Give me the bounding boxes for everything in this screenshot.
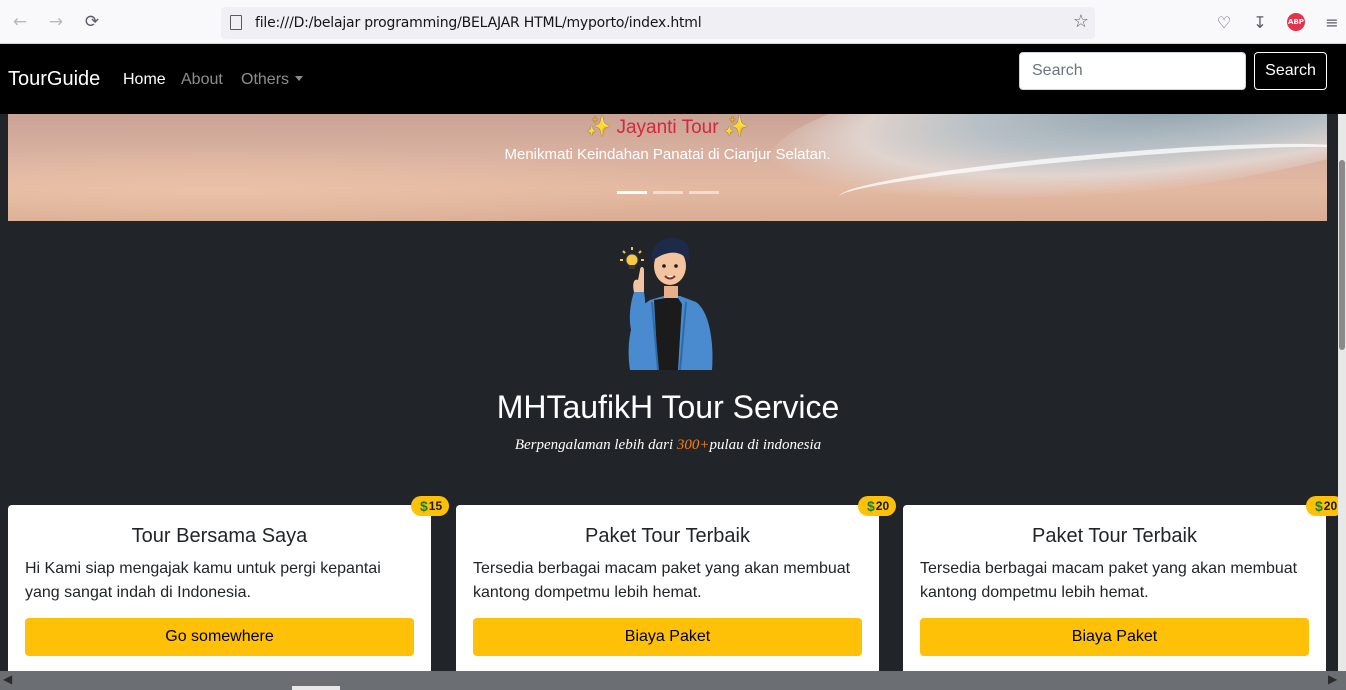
price-value: 15 [428, 499, 443, 513]
hero-subtitle: Berpengalaman lebih dari 300+pulau di in… [0, 437, 1336, 454]
price-value: 20 [1323, 499, 1338, 513]
hero-title: MHTaufikH Tour Service [496, 389, 840, 425]
pocket-icon[interactable]: ♡ [1214, 12, 1234, 32]
download-icon[interactable]: ↧ [1250, 12, 1270, 32]
carousel-indicator[interactable] [689, 191, 719, 194]
card-text: Tersedia berbagai macam paket yang akan … [920, 560, 1298, 601]
person-pointing-illustration [620, 238, 713, 371]
page-file-icon [230, 15, 242, 30]
carousel-indicator[interactable] [653, 191, 683, 194]
carousel-caption-subtitle: Menikmati Keindahan Panatai di Cianjur S… [504, 146, 831, 163]
hero-carousel[interactable]: ✨ Jayanti Tour ✨ Menikmati Keindahan Pan… [8, 114, 1327, 221]
scroll-left-icon[interactable]: ◀ [3, 672, 12, 686]
dropdown-caret-icon [295, 76, 304, 81]
vertical-scrollbar[interactable] [1338, 114, 1346, 676]
navbar-brand[interactable]: TourGuide [8, 68, 100, 91]
bookmark-star-icon[interactable]: ☆ [1073, 11, 1089, 32]
price-badge: $20 [858, 496, 897, 516]
card-tour-bersama: Tour Bersama Saya Hi Kami siap mengajak … [8, 505, 431, 675]
dollar-icon: $ [1315, 498, 1323, 514]
search-input[interactable] [1019, 52, 1246, 90]
carousel-caption-title: ✨ Jayanti Tour ✨ [8, 114, 1327, 139]
scroll-right-icon[interactable]: ▶ [1328, 672, 1337, 686]
back-arrow-icon[interactable]: ← [10, 12, 30, 32]
card-paket-tour: Paket Tour Terbaik Tersedia berbagai mac… [903, 505, 1326, 675]
card-title: Paket Tour Terbaik [1032, 525, 1197, 547]
sparkles-icon: ✨ [723, 114, 749, 138]
scrollbar-thumb[interactable] [292, 686, 340, 690]
hero-subtitle-end: pulau di indonesia [709, 437, 822, 453]
hero-subtitle-highlight: 300+ [676, 437, 710, 453]
reload-icon[interactable]: ⟳ [82, 12, 102, 32]
biaya-paket-button[interactable]: Biaya Paket [920, 618, 1309, 656]
menu-hamburger-icon[interactable]: ≡ [1322, 12, 1342, 32]
card-paket-tour: Paket Tour Terbaik Tersedia berbagai mac… [456, 505, 879, 675]
scrollbar-thumb[interactable] [1339, 160, 1345, 350]
address-bar[interactable]: file:///D:/belajar programming/BELAJAR H… [221, 7, 1095, 39]
nav-dropdown-others[interactable]: Others [241, 71, 304, 89]
price-badge: $15 [411, 496, 450, 516]
go-somewhere-button[interactable]: Go somewhere [25, 618, 414, 656]
nav-link-about[interactable]: About [181, 71, 223, 89]
hero-subtitle-start: Berpengalaman lebih dari [514, 437, 677, 453]
card-text: Hi Kami siap mengajak kamu untuk pergi k… [25, 560, 381, 601]
nav-link-home[interactable]: Home [123, 71, 166, 89]
carousel-indicators [617, 191, 719, 194]
browser-toolbar: ← → ⟳ file:///D:/belajar programming/BEL… [0, 0, 1346, 44]
card-text: Tersedia berbagai macam paket yang akan … [473, 560, 851, 601]
price-value: 20 [875, 499, 890, 513]
sparkles-icon: ✨ [586, 114, 612, 138]
dollar-icon: $ [420, 498, 428, 514]
address-url: file:///D:/belajar programming/BELAJAR H… [255, 15, 702, 31]
horizontal-scrollbar[interactable]: ◀ ▶ [0, 671, 1346, 690]
carousel-indicator[interactable] [617, 191, 647, 194]
carousel-title-text: Jayanti Tour [616, 117, 719, 138]
biaya-paket-button[interactable]: Biaya Paket [473, 618, 862, 656]
search-button[interactable]: Search [1254, 52, 1327, 90]
card-title: Paket Tour Terbaik [585, 525, 750, 547]
lightbulb-icon [620, 247, 644, 269]
dollar-icon: $ [867, 498, 875, 514]
adblock-plus-icon[interactable]: ABP [1287, 13, 1305, 31]
nav-dropdown-label: Others [241, 71, 290, 88]
forward-arrow-icon[interactable]: → [46, 12, 66, 32]
card-title: Tour Bersama Saya [131, 525, 308, 547]
site-navbar: TourGuide Home About Others Search [0, 44, 1346, 114]
